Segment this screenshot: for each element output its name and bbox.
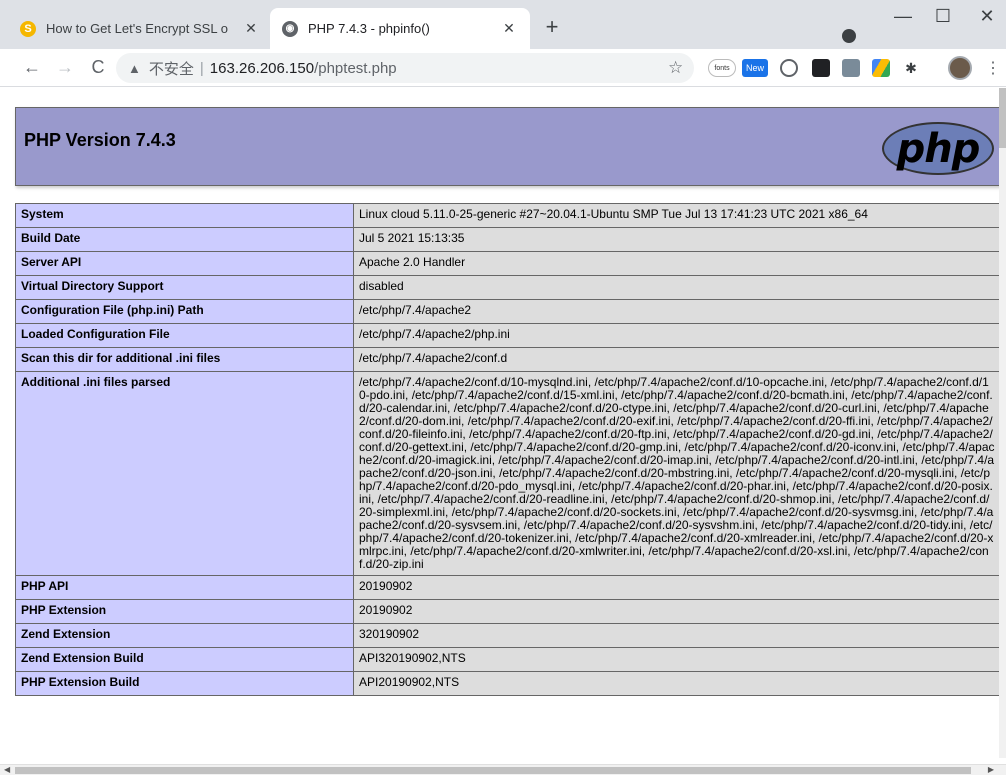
row-value: API20190902,NTS — [353, 671, 1001, 696]
drive-extension-icon[interactable] — [872, 59, 890, 77]
row-value: disabled — [353, 275, 1001, 300]
info-table: System Linux cloud 5.11.0-25-generic #27~… — [15, 203, 1001, 696]
table-row: Virtual Directory Support disabled — [15, 275, 1001, 300]
tab-search-icon[interactable] — [842, 29, 856, 43]
s-logo-icon: S — [20, 20, 36, 37]
square-extension-icon[interactable] — [812, 59, 830, 77]
row-key: PHP API — [15, 575, 354, 600]
reload-button[interactable]: C — [88, 57, 108, 78]
row-value: 20190902 — [353, 575, 1001, 600]
row-value: /etc/php/7.4/apache2/conf.d/10-mysqlnd.i… — [353, 371, 1001, 576]
menu-icon[interactable]: ⋮ — [985, 58, 1001, 78]
tab-lets-encrypt[interactable]: S How to Get Let's Encrypt SSL o ✕ — [8, 8, 272, 49]
table-row: Loaded Configuration File/etc/php/7.4/ap… — [15, 323, 1001, 348]
url-host[interactable]: 163.26.206.150 — [210, 60, 314, 77]
new-extension-icon[interactable]: New — [742, 59, 768, 77]
browser-chrome: S How to Get Let's Encrypt SSL o ✕ ◉ PHP… — [0, 0, 1006, 87]
row-key: Zend Extension Build — [15, 647, 354, 672]
table-row: Configuration File (php.ini) Path/etc/ph… — [15, 299, 1001, 324]
close-window-button[interactable]: ✕ — [972, 6, 1002, 27]
new-tab-button[interactable]: + — [540, 14, 564, 40]
row-value: /etc/php/7.4/apache2 — [353, 299, 1001, 324]
close-icon[interactable]: ✕ — [500, 20, 518, 37]
phpinfo-content: PHP Version 7.4.3 php System Linux cloud … — [15, 107, 1001, 696]
address-bar[interactable]: ▲ 不安全 | 163.26.206.150/phptest.php — [116, 53, 694, 83]
row-key: System — [15, 203, 354, 228]
row-key: Build Date — [15, 227, 354, 252]
url-path[interactable]: /phptest.php — [314, 60, 397, 77]
security-label[interactable]: 不安全 — [149, 58, 194, 79]
table-row: Additional .ini files parsed/etc/php/7.4… — [15, 371, 1001, 576]
scroll-left-icon[interactable]: ◀ — [4, 765, 10, 774]
table-row: Zend Extension 320190902 — [15, 623, 1001, 648]
php-logo: php — [882, 122, 994, 175]
maximize-button[interactable]: ☐ — [928, 6, 958, 27]
vertical-scrollbar[interactable] — [999, 88, 1006, 758]
php-version-header: PHP Version 7.4.3 php — [15, 107, 1001, 186]
tab-strip: S How to Get Let's Encrypt SSL o ✕ ◉ PHP… — [0, 0, 1006, 49]
table-row: System Linux cloud 5.11.0-25-generic #27~… — [15, 203, 1001, 228]
globe-icon: ◉ — [282, 20, 298, 37]
scrollbar-thumb[interactable] — [15, 767, 971, 774]
row-key: Virtual Directory Support — [15, 275, 354, 300]
row-value: 320190902 — [353, 623, 1001, 648]
horizontal-scrollbar[interactable]: ◀ ▶ — [0, 764, 1006, 775]
scroll-right-icon[interactable]: ▶ — [988, 765, 994, 774]
row-value: 20190902 — [353, 599, 1001, 624]
row-key: Zend Extension — [15, 623, 354, 648]
row-key: Loaded Configuration File — [15, 323, 354, 348]
back-button[interactable]: ← — [22, 57, 42, 78]
browser-toolbar: ← → C ▲ 不安全 | 163.26.206.150/phptest.php… — [0, 49, 1006, 87]
row-key: Scan this dir for additional .ini files — [15, 347, 354, 372]
tab-title: PHP 7.4.3 - phpinfo() — [308, 21, 430, 36]
minimize-button[interactable]: — — [888, 6, 918, 27]
close-icon[interactable]: ✕ — [242, 20, 260, 37]
row-value: Linux cloud 5.11.0-25-generic #27~20.04.… — [353, 203, 1001, 228]
row-value: Apache 2.0 Handler — [353, 251, 1001, 276]
row-value: API320190902,NTS — [353, 647, 1001, 672]
page-title: PHP Version 7.4.3 — [24, 130, 176, 150]
row-value: /etc/php/7.4/apache2/php.ini — [353, 323, 1001, 348]
warning-icon[interactable]: ▲ — [128, 61, 141, 76]
page-viewport: PHP Version 7.4.3 php System Linux cloud … — [0, 88, 1006, 775]
row-value: /etc/php/7.4/apache2/conf.d — [353, 347, 1001, 372]
bookmark-star-icon[interactable]: ☆ — [668, 58, 683, 78]
tab-phpinfo[interactable]: ◉ PHP 7.4.3 - phpinfo() ✕ — [270, 8, 530, 49]
row-key: PHP Extension — [15, 599, 354, 624]
table-row: PHP Extension 20190902 — [15, 599, 1001, 624]
forward-button[interactable]: → — [55, 57, 75, 78]
table-row: Zend Extension Build API320190902,NTS — [15, 647, 1001, 672]
table-row: Scan this dir for additional .ini files /… — [15, 347, 1001, 372]
table-row: Server API Apache 2.0 Handler — [15, 251, 1001, 276]
fonts-extension-icon[interactable]: fonts — [708, 59, 736, 77]
row-key: Server API — [15, 251, 354, 276]
table-row: PHP API 20190902 — [15, 575, 1001, 600]
row-key: Additional .ini files parsed — [15, 371, 354, 576]
row-key: PHP Extension Build — [15, 671, 354, 696]
puzzle-icon[interactable]: ✱ — [902, 59, 920, 77]
row-value: Jul 5 2021 15:13:35 — [353, 227, 1001, 252]
scrollbar-thumb[interactable] — [999, 88, 1006, 148]
row-key: Configuration File (php.ini) Path — [15, 299, 354, 324]
table-row: PHP Extension Build API20190902,NTS — [15, 671, 1001, 696]
tab-title: How to Get Let's Encrypt SSL o — [46, 21, 228, 36]
table-row: Build Date Jul 5 2021 15:13:35 — [15, 227, 1001, 252]
chat-extension-icon[interactable] — [780, 59, 798, 77]
avatar[interactable] — [948, 56, 972, 80]
image-extension-icon[interactable] — [842, 59, 860, 77]
address-separator: | — [199, 59, 204, 77]
